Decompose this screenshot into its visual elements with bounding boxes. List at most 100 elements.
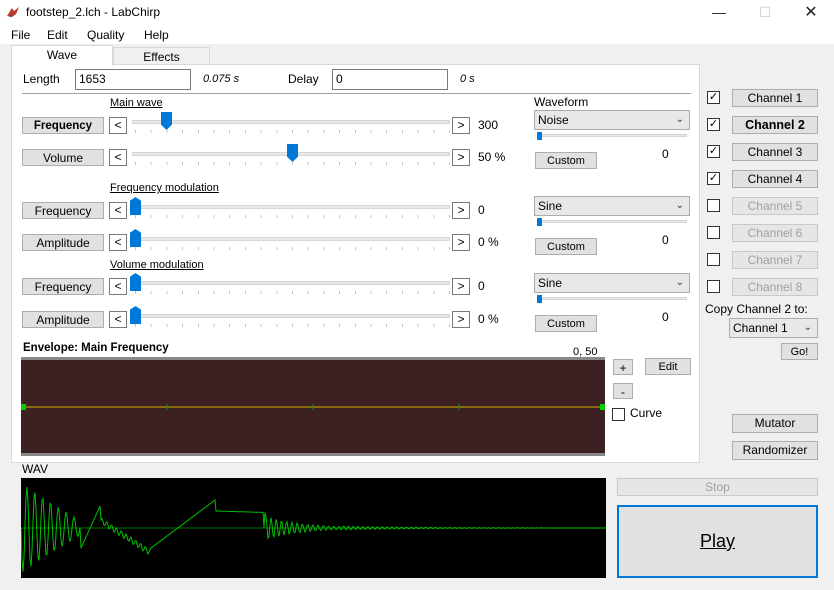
slider-left-arrow[interactable]: < xyxy=(109,278,127,295)
slider-right-arrow[interactable]: > xyxy=(452,311,470,328)
menu-quality[interactable]: Quality xyxy=(87,28,124,42)
channel-button-1[interactable]: Channel 1 xyxy=(732,89,818,107)
envelope-add-button[interactable]: + xyxy=(613,359,633,375)
param-button-amplitude[interactable]: Amplitude xyxy=(22,311,104,328)
delay-input[interactable]: 0 xyxy=(332,69,448,90)
channel-checkbox[interactable]: ✓ xyxy=(707,172,720,185)
slider-left-arrow[interactable]: < xyxy=(109,149,127,166)
minimize-icon[interactable]: — xyxy=(696,0,742,25)
maximize-icon[interactable]: ☐ xyxy=(742,0,788,25)
waveform-param-thumb[interactable] xyxy=(537,132,542,140)
slider-left-arrow[interactable]: < xyxy=(109,311,127,328)
envelope-title: Envelope: Main Frequency xyxy=(23,342,169,354)
waveform-param-track[interactable] xyxy=(537,220,687,223)
play-button[interactable]: Play xyxy=(617,505,818,578)
channel-checkbox[interactable] xyxy=(707,226,720,239)
envelope-point-end[interactable] xyxy=(600,404,605,410)
channel-button-7[interactable]: Channel 7 xyxy=(732,251,818,269)
length-seconds: 0.075 s xyxy=(203,73,240,85)
channel-checkbox[interactable] xyxy=(707,199,720,212)
slider-right-arrow[interactable]: > xyxy=(452,117,470,134)
chevron-down-icon: ⌄ xyxy=(675,114,684,125)
slider-track[interactable] xyxy=(132,281,450,285)
copy-channel-label: Copy Channel 2 to: xyxy=(705,302,808,316)
custom-waveform-button[interactable]: Custom xyxy=(535,315,597,332)
waveform-param-track[interactable] xyxy=(537,134,687,137)
volume-modulation-heading: Volume modulation xyxy=(110,259,204,271)
channel-button-6[interactable]: Channel 6 xyxy=(732,224,818,242)
channel-checkbox[interactable] xyxy=(707,253,720,266)
slider-thumb[interactable] xyxy=(130,197,141,215)
param-button-volume[interactable]: Volume xyxy=(22,149,104,166)
waveform-value: Sine xyxy=(538,199,563,213)
length-label: Length xyxy=(23,72,60,86)
slider-thumb[interactable] xyxy=(130,229,141,247)
slider-ticks xyxy=(135,162,450,165)
waveform-param-thumb[interactable] xyxy=(537,295,542,303)
close-icon[interactable]: ✕ xyxy=(788,0,834,25)
wav-preview xyxy=(21,478,606,578)
waveform-param-value: 0 xyxy=(662,310,669,324)
slider-track[interactable] xyxy=(132,314,450,318)
menu-help[interactable]: Help xyxy=(144,28,169,42)
tab-wave[interactable]: Wave xyxy=(11,45,113,66)
custom-waveform-button[interactable]: Custom xyxy=(535,238,597,255)
channel-button-5[interactable]: Channel 5 xyxy=(732,197,818,215)
curve-checkbox[interactable] xyxy=(612,408,625,421)
channel-button-3[interactable]: Channel 3 xyxy=(732,143,818,161)
slider-thumb[interactable] xyxy=(130,273,141,291)
chevron-down-icon: ⌄ xyxy=(675,277,684,288)
slider-thumb[interactable] xyxy=(130,306,141,324)
waveform-param-thumb[interactable] xyxy=(537,218,542,226)
wav-label: WAV xyxy=(22,462,48,476)
param-button-frequency[interactable]: Frequency xyxy=(22,202,104,219)
slider-left-arrow[interactable]: < xyxy=(109,117,127,134)
waveform-select[interactable]: Sine ⌄ xyxy=(534,196,690,216)
param-button-frequency[interactable]: Frequency xyxy=(22,117,104,134)
param-button-amplitude[interactable]: Amplitude xyxy=(22,234,104,251)
randomizer-button[interactable]: Randomizer xyxy=(732,441,818,460)
channel-button-2[interactable]: Channel 2 xyxy=(732,116,818,134)
length-input[interactable]: 1653 xyxy=(75,69,191,90)
slider-right-arrow[interactable]: > xyxy=(452,149,470,166)
stop-button[interactable]: Stop xyxy=(617,478,818,496)
go-button[interactable]: Go! xyxy=(781,343,818,360)
waveform-heading: Waveform xyxy=(534,95,589,109)
menu-edit[interactable]: Edit xyxy=(47,28,68,42)
slider-left-arrow[interactable]: < xyxy=(109,202,127,219)
window-title: footstep_2.lch - LabChirp xyxy=(26,5,161,19)
channel-button-4[interactable]: Channel 4 xyxy=(732,170,818,188)
mutator-button[interactable]: Mutator xyxy=(732,414,818,433)
curve-label: Curve xyxy=(630,406,663,420)
channel-checkbox[interactable]: ✓ xyxy=(707,118,720,131)
copy-target-value: Channel 1 xyxy=(733,321,788,335)
slider-left-arrow[interactable]: < xyxy=(109,234,127,251)
waveform-param-track[interactable] xyxy=(537,297,687,300)
envelope-point-start[interactable] xyxy=(21,404,26,410)
custom-waveform-button[interactable]: Custom xyxy=(535,152,597,169)
slider-ticks xyxy=(135,247,450,250)
channel-checkbox[interactable] xyxy=(707,280,720,293)
app-bird-icon xyxy=(7,7,19,18)
envelope-edit-button[interactable]: Edit xyxy=(645,358,691,375)
wav-waveform xyxy=(21,486,606,572)
param-value: 50 % xyxy=(478,150,506,164)
param-button-frequency[interactable]: Frequency xyxy=(22,278,104,295)
slider-right-arrow[interactable]: > xyxy=(452,234,470,251)
slider-right-arrow[interactable]: > xyxy=(452,202,470,219)
waveform-param-value: 0 xyxy=(662,147,669,161)
envelope-graph[interactable] xyxy=(21,357,605,456)
envelope-remove-button[interactable]: - xyxy=(613,383,633,399)
slider-right-arrow[interactable]: > xyxy=(452,278,470,295)
slider-track[interactable] xyxy=(132,205,450,209)
waveform-select[interactable]: Noise ⌄ xyxy=(534,110,690,130)
channel-checkbox[interactable]: ✓ xyxy=(707,91,720,104)
copy-target-select[interactable]: Channel 1 ⌄ xyxy=(729,318,818,338)
slider-track[interactable] xyxy=(132,237,450,241)
slider-track[interactable] xyxy=(132,120,450,124)
menu-file[interactable]: File xyxy=(11,28,30,42)
channel-button-8[interactable]: Channel 8 xyxy=(732,278,818,296)
channel-checkbox[interactable]: ✓ xyxy=(707,145,720,158)
waveform-select[interactable]: Sine ⌄ xyxy=(534,273,690,293)
param-value: 0 % xyxy=(478,235,499,249)
